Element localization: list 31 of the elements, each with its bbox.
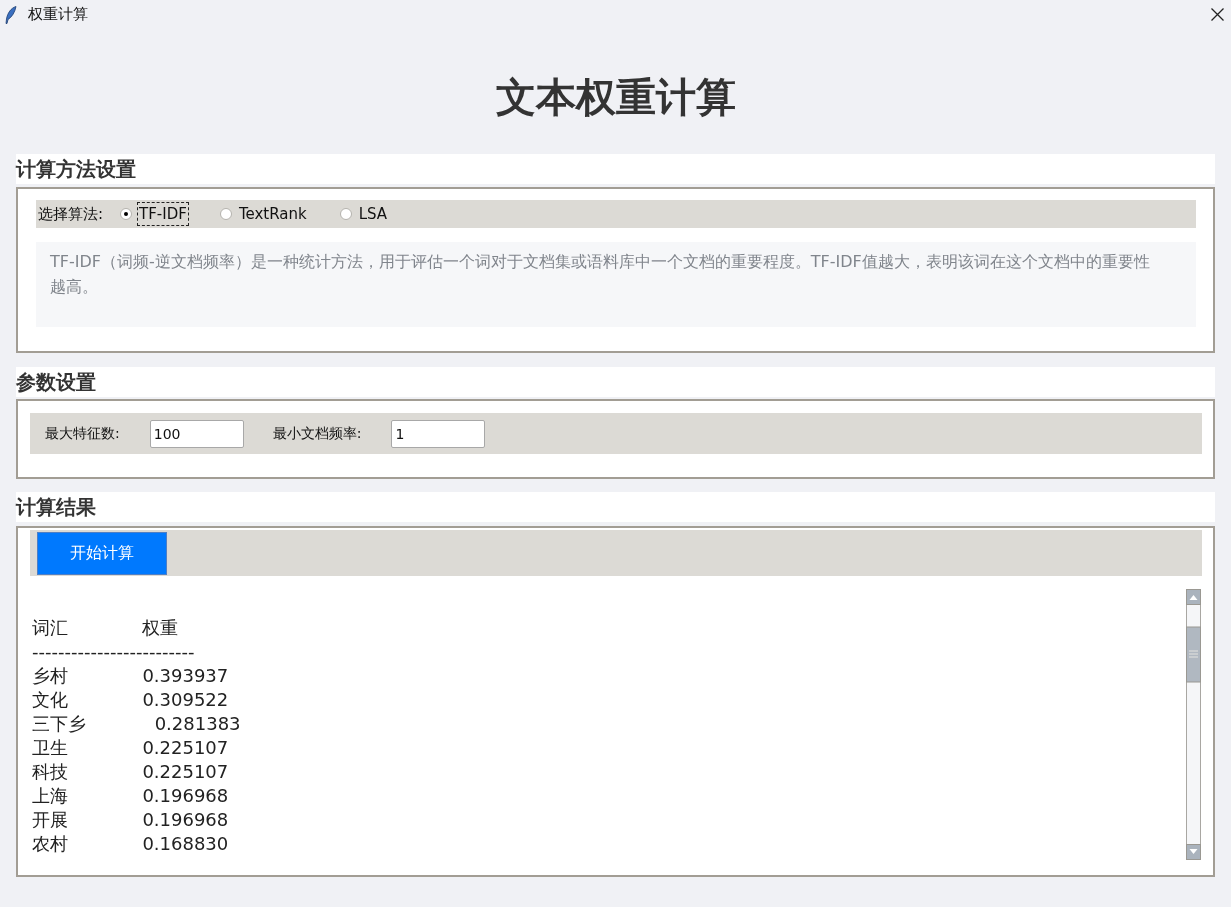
field-label: 选择算法: [38,204,104,224]
page-heading: 文本权重计算 [495,73,736,121]
feather-icon [5,5,17,24]
result-line: 乡村 0.393937 [32,664,229,688]
close-icon[interactable] [1211,8,1224,21]
radio-button[interactable] [339,208,352,220]
input-field[interactable]: 1 [391,419,486,448]
result-line: 上海 0.196968 [32,784,229,808]
result-line: 文化 0.309522 [32,688,229,712]
field-label: 最小文档频率: [272,424,362,443]
radio-button[interactable] [120,208,133,220]
scrollbar[interactable] [1186,589,1201,860]
radio-label[interactable]: TextRank [236,202,309,226]
window-title: 权重计算 [28,5,88,24]
result-line: 卫生 0.225107 [32,736,229,760]
result-line: 开展 0.196968 [32,808,229,832]
algorithm-description: TF-IDF（词频-逆文档频率）是一种统计方法，用于评估一个词对于文档集或语料库中一个文档的重要程度。TF-IDF值越大，表明该词在这个文档中的重要性越高。 [36,242,1196,327]
radio-button[interactable] [219,208,232,220]
result-line: 三下乡 0.281383 [32,712,241,736]
section-title: 参数设置 [16,369,96,395]
start-button[interactable]: 开始计算 [37,531,167,575]
section-title: 计算结果 [16,494,96,520]
result-line: 科技 0.225107 [32,760,229,784]
section-title: 计算方法设置 [16,156,136,182]
result-line: 词汇 权重 [32,616,179,640]
result-line: 农村 0.168830 [32,832,229,856]
result-line: ------------------------- [32,640,195,664]
field-label: 最大特征数: [45,424,120,443]
input-field[interactable]: 100 [149,419,244,448]
radio-label[interactable]: LSA [356,202,390,226]
radio-label[interactable]: TF-IDF [137,202,189,226]
